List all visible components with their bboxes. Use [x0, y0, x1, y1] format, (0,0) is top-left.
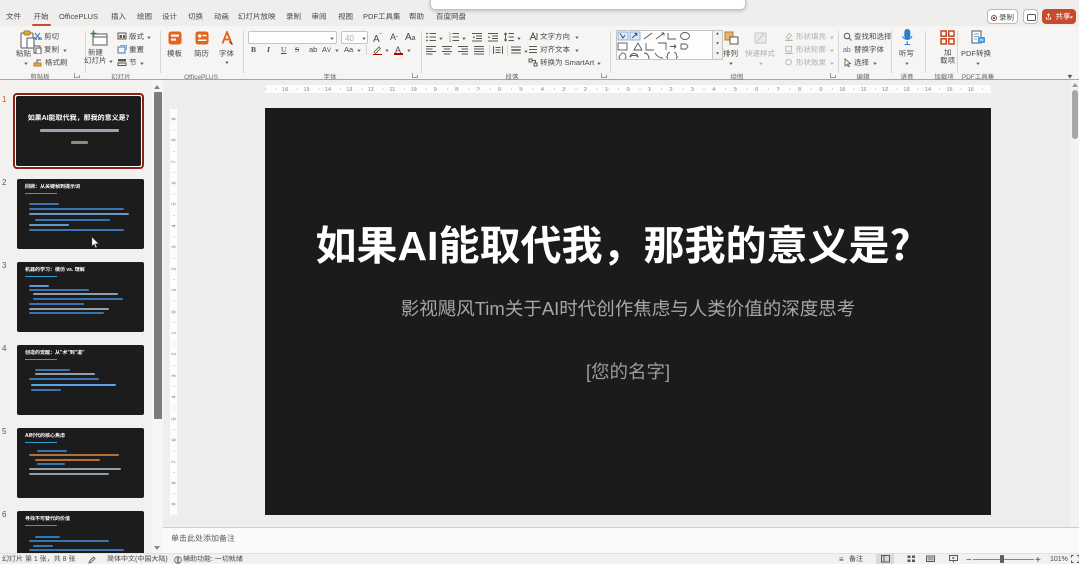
- svg-text:ab: ab: [843, 45, 851, 54]
- svg-text:3: 3: [449, 39, 451, 43]
